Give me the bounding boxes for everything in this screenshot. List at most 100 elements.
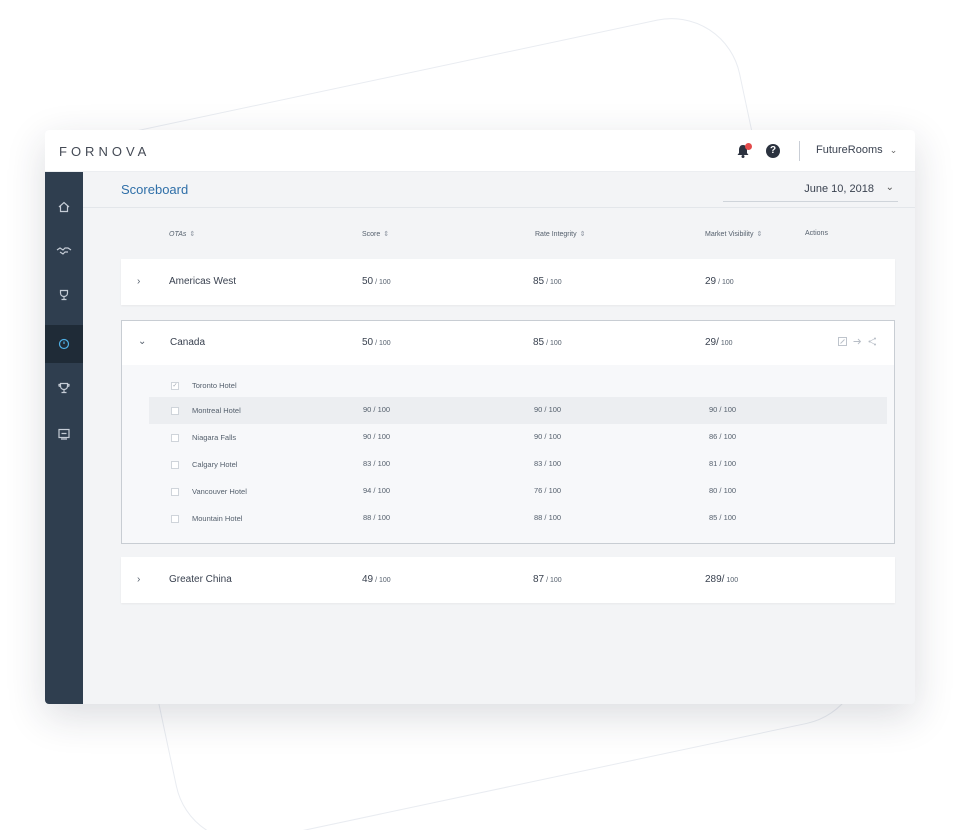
hotel-checkbox[interactable]: [171, 434, 179, 442]
score-cell: 88 / 100: [363, 513, 391, 522]
hotel-list: ✓ Toronto Hotel Montreal Hotel 90 / 100 …: [122, 365, 894, 543]
hotel-checkbox[interactable]: [171, 488, 179, 496]
rate-integrity-cell: 90 / 100: [534, 405, 562, 414]
hotel-checkbox[interactable]: ✓: [171, 382, 179, 390]
column-label: Score: [362, 231, 381, 238]
rate-integrity-cell: 88 / 100: [534, 513, 562, 522]
hotel-name: Toronto Hotel: [192, 381, 237, 390]
hotel-checkbox[interactable]: [171, 407, 179, 415]
score-value: 50: [362, 337, 374, 348]
sidebar-item-reports[interactable]: [45, 415, 83, 453]
divider: [799, 141, 800, 161]
rate-integrity-cell: 87 / 100: [533, 574, 562, 585]
hotel-row[interactable]: Mountain Hotel 88 / 100 88 / 100 85 / 10…: [149, 505, 887, 532]
chevron-right-icon[interactable]: ›: [137, 574, 140, 585]
hotel-checkbox[interactable]: [171, 515, 179, 523]
brand-logo: FORNOVA: [59, 144, 151, 159]
notification-badge: [745, 143, 752, 150]
market-denom: 100: [724, 577, 739, 584]
sort-icon: ⇕: [383, 231, 390, 238]
score-denom: / 100: [373, 279, 391, 286]
column-header-score[interactable]: Score ⇕: [362, 230, 389, 238]
page-header: Scoreboard June 10, 2018 ⌄: [83, 172, 915, 208]
hotel-row[interactable]: Montreal Hotel 90 / 100 90 / 100 90 / 10…: [149, 397, 887, 424]
hotel-name: Niagara Falls: [192, 433, 237, 442]
chevron-down-icon[interactable]: ⌄: [138, 336, 146, 347]
rate-integrity-cell: 90 / 100: [534, 432, 562, 441]
hotel-name: Montreal Hotel: [192, 406, 241, 415]
home-icon: [58, 201, 70, 213]
sidebar-item-rankings[interactable]: [45, 369, 83, 407]
hotel-name: Vancouver Hotel: [192, 487, 247, 496]
column-label: OTAs: [169, 231, 187, 238]
sidebar-item-awards[interactable]: [45, 276, 83, 314]
date-select[interactable]: June 10, 2018 ⌄: [723, 180, 898, 202]
score-cell: 90 / 100: [363, 405, 391, 414]
region-name: Canada: [170, 337, 206, 348]
score-cell: 94 / 100: [363, 486, 391, 495]
region-name: Greater China: [169, 574, 232, 585]
sidebar-item-home[interactable]: [45, 188, 83, 226]
region-row[interactable]: › Americas West 50 / 100 85 / 100 29 / 1…: [121, 259, 895, 305]
score-cell: 50 / 100: [362, 337, 391, 348]
hotel-row[interactable]: Niagara Falls 90 / 100 90 / 100 86 / 100: [149, 424, 887, 451]
rate-value: 85: [533, 337, 545, 348]
dashboard-icon: [58, 338, 70, 350]
score-cell: 83 / 100: [363, 459, 391, 468]
account-menu[interactable]: FutureRooms ⌄: [816, 144, 897, 156]
account-name: FutureRooms: [816, 144, 883, 156]
date-value: June 10, 2018: [804, 183, 874, 195]
share-icon[interactable]: [868, 337, 877, 346]
forward-icon[interactable]: [853, 337, 862, 346]
hotel-row[interactable]: Calgary Hotel 83 / 100 83 / 100 81 / 100: [149, 451, 887, 478]
region-row[interactable]: › Greater China 49 / 100 87 / 100 289/ 1…: [121, 557, 895, 603]
rate-integrity-cell: 76 / 100: [534, 486, 562, 495]
market-visibility-cell: 80 / 100: [709, 486, 737, 495]
column-header-otas[interactable]: OTAs ⇕: [169, 230, 195, 238]
sidebar-item-scoreboard[interactable]: [45, 325, 83, 363]
market-visibility-cell: 81 / 100: [709, 459, 737, 468]
region-row-expanded[interactable]: ⌄ Canada 50 / 100 85 / 100 29/ 100 ✓ Tor…: [121, 320, 895, 544]
page-title: Scoreboard: [121, 182, 189, 197]
market-visibility-cell: 29/ 100: [705, 337, 733, 348]
score-value: 49: [362, 574, 374, 585]
rate-denom: / 100: [544, 340, 562, 347]
score-denom: / 100: [373, 577, 391, 584]
rate-value: 85: [533, 276, 545, 287]
hotel-row[interactable]: ✓ Toronto Hotel: [149, 372, 887, 399]
report-icon: [58, 428, 70, 440]
score-cell: 90 / 100: [363, 432, 391, 441]
trophy-outline-icon: [59, 289, 69, 301]
app-window: FORNOVA ? FutureRooms ⌄ Scoreboard June …: [45, 130, 915, 704]
sort-icon: ⇕: [756, 231, 763, 238]
column-label: Market Visibility: [705, 231, 754, 238]
rate-denom: / 100: [544, 577, 562, 584]
market-denom: / 100: [716, 279, 734, 286]
market-value: 29: [705, 276, 717, 287]
hotel-row[interactable]: Vancouver Hotel 94 / 100 76 / 100 80 / 1…: [149, 478, 887, 505]
help-icon[interactable]: ?: [766, 144, 780, 158]
score-cell: 50 / 100: [362, 276, 391, 287]
score-value: 50: [362, 276, 374, 287]
market-value: 289/: [705, 574, 725, 585]
hotel-name: Calgary Hotel: [192, 460, 238, 469]
sidebar-item-partners[interactable]: [45, 232, 83, 270]
market-visibility-cell: 90 / 100: [709, 405, 737, 414]
top-bar: FORNOVA ? FutureRooms ⌄: [45, 130, 915, 172]
handshake-icon: [56, 247, 72, 255]
column-label: Rate Integrity: [535, 231, 577, 238]
chevron-down-icon: ⌄: [889, 145, 898, 155]
column-header-actions: Actions: [805, 230, 828, 237]
sidebar: [45, 172, 83, 704]
chevron-right-icon[interactable]: ›: [137, 276, 140, 287]
rate-integrity-cell: 85 / 100: [533, 337, 562, 348]
hotel-checkbox[interactable]: [171, 461, 179, 469]
edit-icon[interactable]: [838, 337, 847, 346]
column-header-rate-integrity[interactable]: Rate Integrity ⇕: [535, 230, 586, 238]
sort-icon: ⇕: [189, 231, 196, 238]
rate-integrity-cell: 85 / 100: [533, 276, 562, 287]
chevron-down-icon: ⌄: [885, 182, 894, 193]
column-header-market-visibility[interactable]: Market Visibility ⇕: [705, 230, 762, 238]
market-denom: 100: [718, 340, 733, 347]
region-name: Americas West: [169, 276, 237, 287]
